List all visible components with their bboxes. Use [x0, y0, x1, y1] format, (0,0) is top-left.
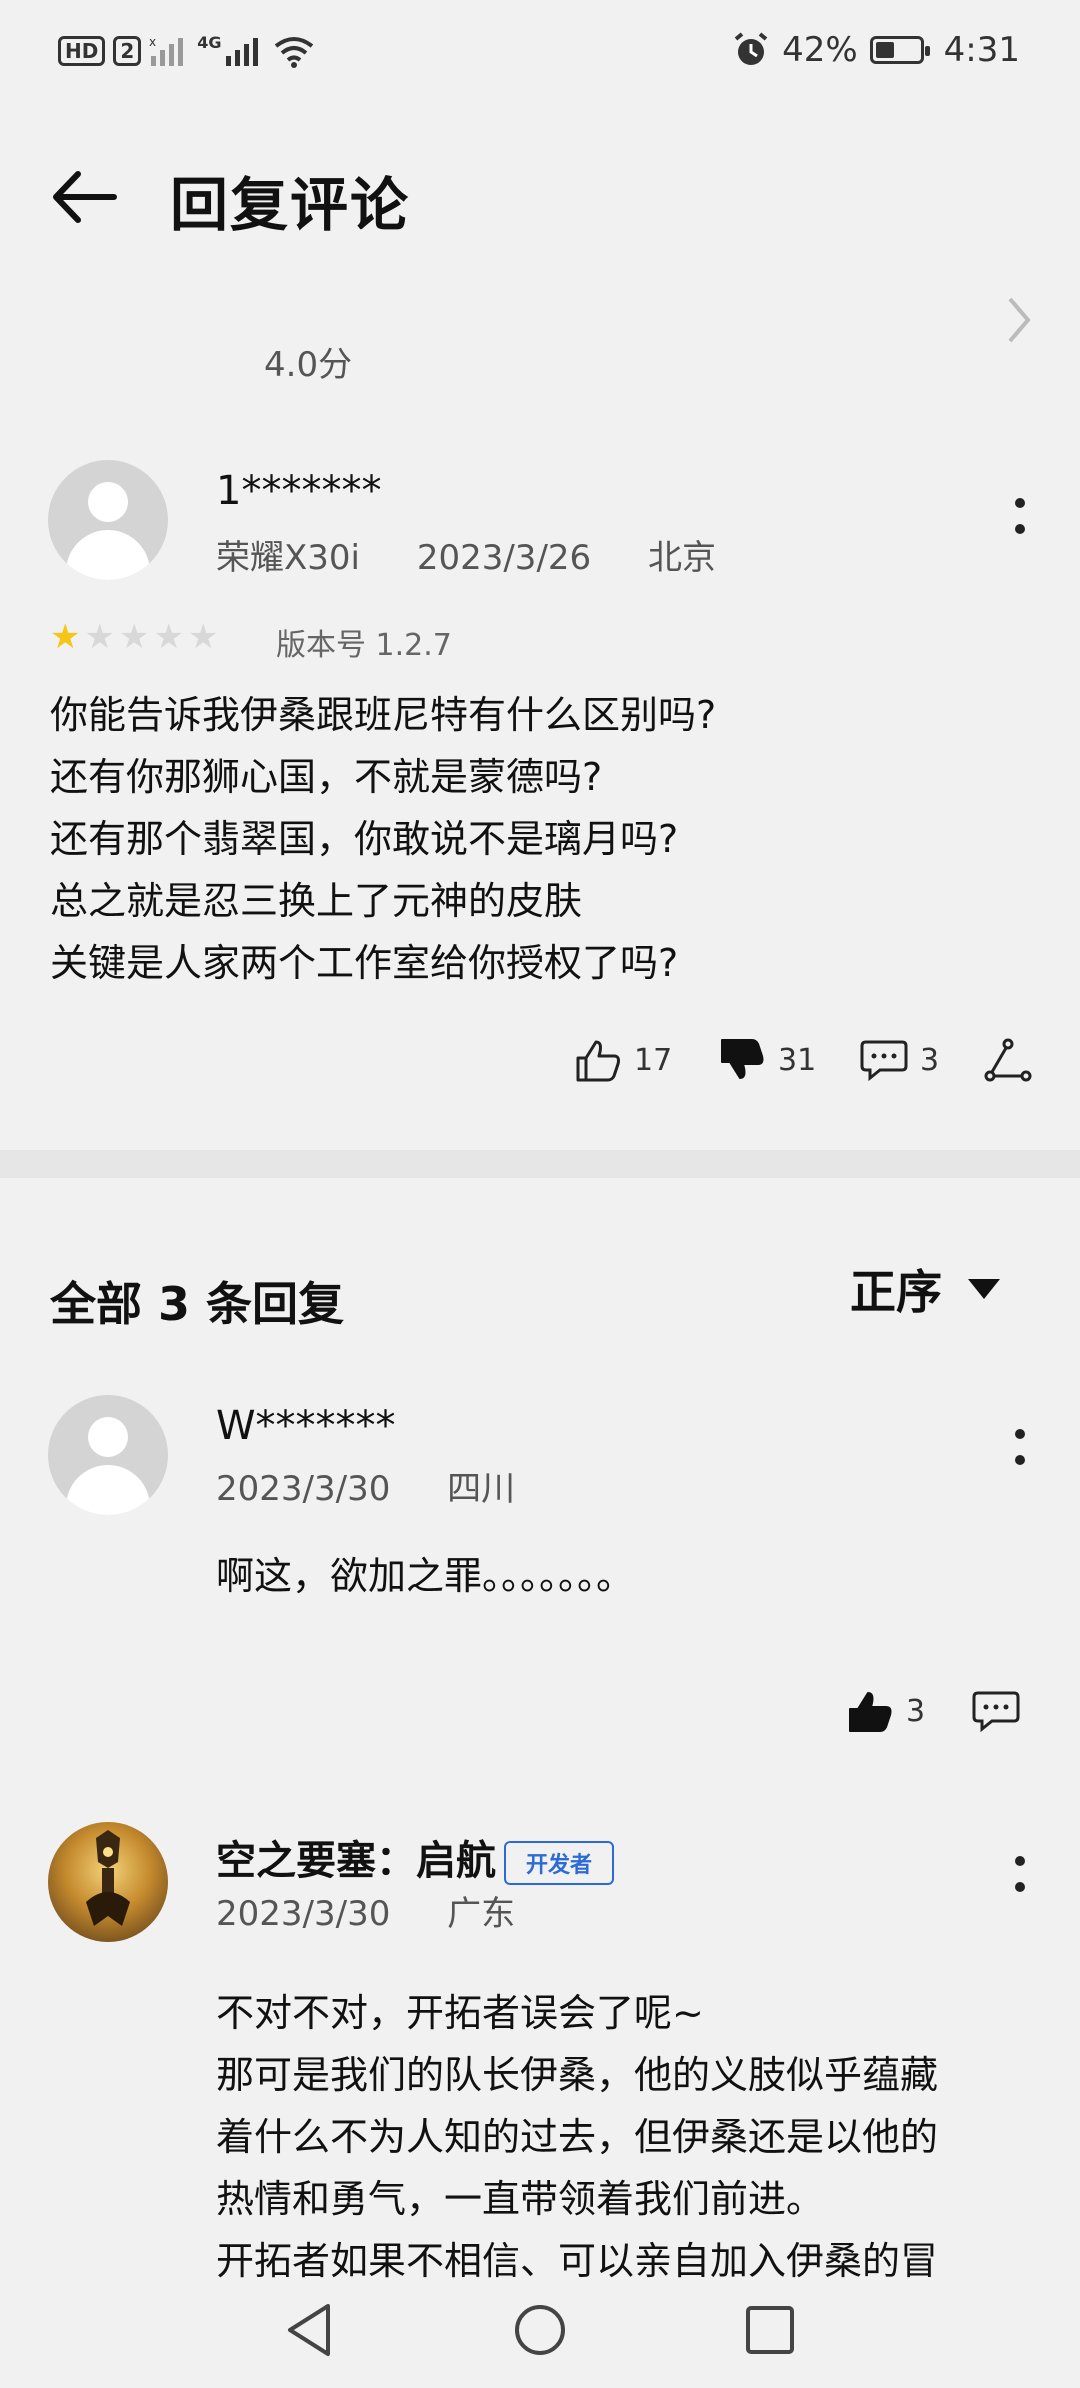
share-icon[interactable] — [984, 1038, 1032, 1082]
comment-line: 总之就是忍三换上了元神的皮肤 — [50, 879, 583, 923]
comment-date: 2023/3/26 — [416, 538, 592, 578]
alarm-icon — [734, 32, 768, 65]
dislike-button[interactable]: 31 — [718, 1038, 816, 1082]
comment-icon — [860, 1040, 908, 1082]
dislike-count: 31 — [778, 1042, 817, 1078]
clock: 4:31 — [943, 30, 1020, 70]
app-version: 版本号 1.2.7 — [276, 628, 452, 663]
reply-line: 啊这，欲加之罪。。。。。。。 — [216, 1554, 635, 1598]
status-right: 42% 4:31 — [732, 30, 1020, 70]
svg-text:x: x — [149, 35, 156, 49]
app-header: 回复评论 — [0, 140, 1080, 260]
star-icon: ★ — [153, 617, 184, 657]
reply-line: 着什么不为人知的过去，但伊桑还是以他的 — [216, 2115, 939, 2159]
comment-username[interactable]: 1******* — [216, 468, 381, 514]
reply-line: 不对不对，开拓者误会了呢~ — [216, 1991, 704, 2035]
sort-label: 正序 — [850, 1265, 942, 1319]
status-bar: HD 2 x 4G 42% 4:31 — [0, 0, 1080, 110]
comment-body: 你能告诉我伊桑跟班尼特有什么区别吗? 还有你那狮心国，不就是蒙德吗? 还有那个翡… — [50, 684, 716, 994]
page-title: 回复评论 — [170, 171, 411, 239]
thumbs-down-icon — [721, 1039, 764, 1079]
signal-icon: x — [149, 35, 184, 66]
comment-line: 关键是人家两个工作室给你授权了吗? — [50, 941, 679, 985]
avatar[interactable] — [48, 1395, 168, 1515]
thumbs-up-icon — [849, 1692, 892, 1732]
network-type: 4G — [197, 32, 222, 52]
triangle-down-icon — [968, 1279, 1000, 1299]
comment-line: 还有那个翡翠国，你敢说不是璃月吗? — [50, 817, 679, 861]
star-icon: ★ — [84, 617, 115, 657]
sort-dropdown[interactable]: 正序 — [850, 1256, 1000, 1322]
reply-meta: 2023/3/30 广东 — [216, 1886, 561, 1935]
developer-avatar[interactable] — [48, 1822, 168, 1942]
comment-count: 3 — [920, 1042, 940, 1078]
section-divider — [0, 1150, 1080, 1178]
battery-icon — [869, 36, 930, 64]
battery-percent: 42% — [782, 30, 858, 70]
nav-recents-icon[interactable] — [742, 2300, 798, 2360]
comment-device: 荣耀X30i — [216, 538, 361, 578]
thumbs-up-icon — [576, 1040, 620, 1082]
comment-icon[interactable] — [972, 1689, 1020, 1733]
reply-date: 2023/3/30 — [216, 1894, 391, 1934]
avatar[interactable] — [48, 460, 168, 580]
comment-actions: 17 31 3 — [0, 1038, 1080, 1108]
signal-strong-icon — [225, 38, 258, 66]
developer-badge: 开发者 — [504, 1841, 615, 1885]
reply-line: 热情和勇气，一直带领着我们前进。 — [216, 2177, 825, 2221]
reply-body: 啊这，欲加之罪。。。。。。。 — [216, 1545, 634, 1607]
sim-badge: 2 — [113, 36, 142, 66]
rating-score: 4.0分 — [264, 345, 353, 385]
like-count: 3 — [906, 1693, 926, 1729]
comment-line: 你能告诉我伊桑跟班尼特有什么区别吗? — [50, 693, 717, 737]
replies-title: 全部 3 条回复 — [50, 1277, 345, 1331]
star-rating: ★ ★ ★ ★ ★ — [50, 620, 218, 654]
reply-location: 广东 — [447, 1894, 516, 1934]
comment-line: 还有你那狮心国，不就是蒙德吗? — [50, 755, 603, 799]
system-nav-bar — [0, 2300, 1080, 2388]
nav-back-icon[interactable] — [282, 2300, 336, 2360]
reply-meta: 2023/3/30 四川 — [216, 1461, 561, 1510]
reply-location: 四川 — [447, 1469, 516, 1509]
more-vertical-icon[interactable] — [1010, 490, 1030, 550]
more-vertical-icon[interactable] — [1010, 1421, 1030, 1481]
star-icon: ★ — [118, 617, 150, 657]
star-icon: ★ — [50, 617, 81, 657]
star-icon: ★ — [187, 617, 219, 657]
reply-line: 开拓者如果不相信、可以亲自加入伊桑的冒 — [216, 2239, 939, 2283]
more-vertical-icon[interactable] — [1010, 1848, 1030, 1908]
like-button[interactable]: 17 — [574, 1038, 672, 1082]
reply-line: 那可是我们的队长伊桑，他的义肢似乎蕴藏 — [216, 2053, 939, 2097]
comment-meta: 荣耀X30i 2023/3/26 北京 — [216, 530, 762, 579]
chevron-right-icon[interactable] — [1004, 295, 1034, 345]
status-left: HD 2 x 4G — [58, 32, 316, 68]
reply-body: 不对不对，开拓者误会了呢~ 那可是我们的队长伊桑，他的义肢似乎蕴藏 着什么不为人… — [216, 1982, 938, 2292]
developer-name: 空之要塞：启航 — [216, 1838, 496, 1884]
like-count: 17 — [634, 1042, 673, 1078]
reply-date: 2023/3/30 — [216, 1469, 391, 1509]
reply-username[interactable]: 空之要塞：启航 开发者 — [216, 1828, 615, 1886]
like-button[interactable]: 3 — [846, 1689, 925, 1733]
hd-badge: HD — [58, 36, 106, 66]
wifi-icon — [274, 37, 313, 68]
rating-row[interactable]: 4.0分 — [0, 285, 1080, 385]
reply-username[interactable]: W******* — [216, 1403, 396, 1449]
nav-home-icon[interactable] — [512, 2300, 568, 2360]
comment-button[interactable]: 3 — [860, 1038, 939, 1082]
character-avatar-icon — [86, 1830, 130, 1926]
arrow-left-icon[interactable] — [48, 160, 122, 234]
comment-location: 北京 — [647, 538, 716, 578]
